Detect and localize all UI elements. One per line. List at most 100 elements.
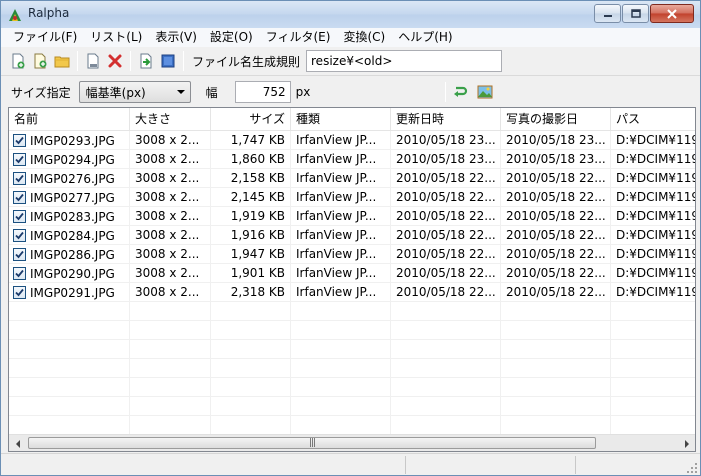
empty-cell [211, 340, 291, 359]
column-header-path[interactable]: パス [611, 108, 695, 131]
list-body: IMGP0293.JPG 3008 x 2... 1,747 KB IrfanView… [9, 131, 696, 435]
checkmark-icon [15, 231, 24, 240]
width-input[interactable]: 752 [234, 81, 291, 103]
menu-view[interactable]: 表示(V) [149, 28, 204, 47]
menu-convert[interactable]: 変換(C) [337, 28, 392, 47]
empty-cell [501, 378, 611, 397]
file-name: IMGP0284.JPG [30, 228, 115, 243]
empty-cell [211, 302, 291, 321]
row-checkbox[interactable] [13, 248, 26, 261]
minimize-icon [603, 14, 612, 17]
main-toolbar: ファイル名生成規則 resize¥<old> [1, 47, 700, 76]
cell-dimensions: 3008 x 2... [130, 264, 211, 283]
checkmark-icon [15, 269, 24, 278]
properties-button[interactable] [82, 50, 104, 72]
row-checkbox[interactable] [13, 153, 26, 166]
scroll-right-button[interactable] [678, 435, 695, 451]
cell-taken: 2010/05/18 22... [501, 226, 611, 245]
table-row[interactable]: IMGP0283.JPG 3008 x 2... 1,919 KB IrfanView… [9, 207, 695, 226]
table-row[interactable]: IMGP0277.JPG 3008 x 2... 2,145 KB IrfanView… [9, 188, 695, 207]
size-mode-select[interactable]: 幅基準(px) [78, 81, 191, 103]
empty-cell [9, 359, 130, 378]
delete-x-icon [108, 54, 122, 68]
table-row[interactable]: IMGP0286.JPG 3008 x 2... 1,947 KB IrfanView… [9, 245, 695, 264]
menu-filter[interactable]: フィルタ(E) [260, 28, 338, 47]
cell-path: D:¥DCIM¥119 [616, 152, 696, 166]
select-all-button[interactable] [157, 50, 179, 72]
menu-settings[interactable]: 設定(O) [204, 28, 260, 47]
scrollbar-thumb[interactable]: ||| [28, 437, 596, 449]
row-checkbox[interactable] [13, 172, 26, 185]
menu-file[interactable]: ファイル(F) [7, 28, 84, 47]
toolbar-separator [183, 51, 184, 71]
table-row[interactable]: IMGP0293.JPG 3008 x 2... 1,747 KB IrfanView… [9, 131, 695, 150]
cell-modified: 2010/05/18 22... [391, 245, 501, 264]
column-header-size[interactable]: サイズ [211, 108, 291, 131]
rotate-button[interactable] [449, 81, 471, 103]
minimize-button[interactable] [594, 4, 621, 23]
column-header-name[interactable]: 名前 [9, 108, 130, 131]
column-header-modified[interactable]: 更新日時 [391, 108, 501, 131]
menu-list[interactable]: リスト(L) [84, 28, 149, 47]
resize-grip-icon[interactable] [686, 462, 698, 474]
title-bar[interactable]: Ralpha [1, 1, 700, 28]
cell-taken: 2010/05/18 23... [501, 131, 611, 150]
table-row[interactable]: IMGP0291.JPG 3008 x 2... 2,318 KB IrfanView… [9, 283, 696, 302]
maximize-button[interactable] [622, 4, 649, 23]
file-name: IMGP0283.JPG [30, 209, 115, 224]
row-checkbox[interactable] [13, 267, 26, 280]
table-row[interactable]: IMGP0276.JPG 3008 x 2... 2,158 KB IrfanView… [9, 169, 695, 188]
cell-modified: 2010/05/18 22... [391, 283, 501, 302]
cell-path: D:¥DCIM¥119 [616, 285, 696, 299]
row-checkbox[interactable] [13, 134, 26, 147]
window-title: Ralpha [28, 6, 70, 20]
size-mode-label: サイズ指定 [11, 85, 71, 100]
menu-help[interactable]: ヘルプ(H) [392, 28, 459, 47]
checkmark-icon [15, 136, 24, 145]
cell-modified: 2010/05/18 22... [391, 188, 501, 207]
empty-cell [611, 359, 695, 378]
horizontal-scrollbar[interactable]: ||| [9, 434, 695, 451]
filename-rule-input[interactable]: resize¥<old> [306, 50, 503, 72]
width-label: 幅 [205, 85, 218, 100]
row-checkbox[interactable] [13, 210, 26, 223]
column-header-dimensions[interactable]: 大きさ [130, 108, 211, 131]
cell-type: IrfanView JP... [291, 207, 391, 226]
filename-rule-label: ファイル名生成規則 [192, 54, 301, 69]
cell-taken: 2010/05/18 22... [501, 188, 611, 207]
column-header-type[interactable]: 種類 [291, 108, 391, 131]
empty-cell [211, 378, 291, 397]
row-checkbox[interactable] [13, 191, 26, 204]
table-row[interactable]: IMGP0290.JPG 3008 x 2... 1,901 KB IrfanView… [9, 264, 695, 283]
empty-cell [291, 378, 391, 397]
add-folder-button[interactable] [51, 50, 73, 72]
table-row[interactable]: IMGP0294.JPG 3008 x 2... 1,860 KB IrfanView… [9, 150, 696, 169]
image-preview-icon [477, 85, 493, 99]
cell-size: 1,901 KB [211, 264, 291, 283]
row-checkbox[interactable] [13, 229, 26, 242]
table-row[interactable]: IMGP0284.JPG 3008 x 2... 1,916 KB IrfanView… [9, 226, 696, 245]
add-file-button[interactable] [29, 50, 51, 72]
empty-cell [291, 302, 391, 321]
cell-path: D:¥DCIM¥119 [616, 228, 696, 242]
empty-cell [501, 359, 611, 378]
file-list[interactable]: 名前 大きさ サイズ 種類 更新日時 写真の撮影日 パス IMGP0293.JP… [8, 107, 696, 452]
empty-cell [130, 340, 211, 359]
column-header-taken[interactable]: 写真の撮影日 [501, 108, 611, 131]
cell-modified: 2010/05/18 23... [391, 150, 501, 169]
cell-type: IrfanView JP... [291, 131, 391, 150]
row-checkbox[interactable] [13, 286, 26, 299]
convert-button[interactable] [135, 50, 157, 72]
scroll-left-button[interactable] [9, 435, 26, 451]
close-button[interactable] [650, 4, 694, 23]
remove-button[interactable] [104, 50, 126, 72]
toolbar-separator [445, 82, 447, 102]
empty-cell [9, 378, 130, 397]
empty-cell [391, 321, 501, 340]
checkmark-icon [15, 155, 24, 164]
new-list-button[interactable] [7, 50, 29, 72]
rotate-arrow-icon [454, 86, 468, 97]
preview-button[interactable] [474, 81, 496, 103]
empty-cell [501, 397, 611, 416]
cell-modified: 2010/05/18 22... [391, 169, 501, 188]
